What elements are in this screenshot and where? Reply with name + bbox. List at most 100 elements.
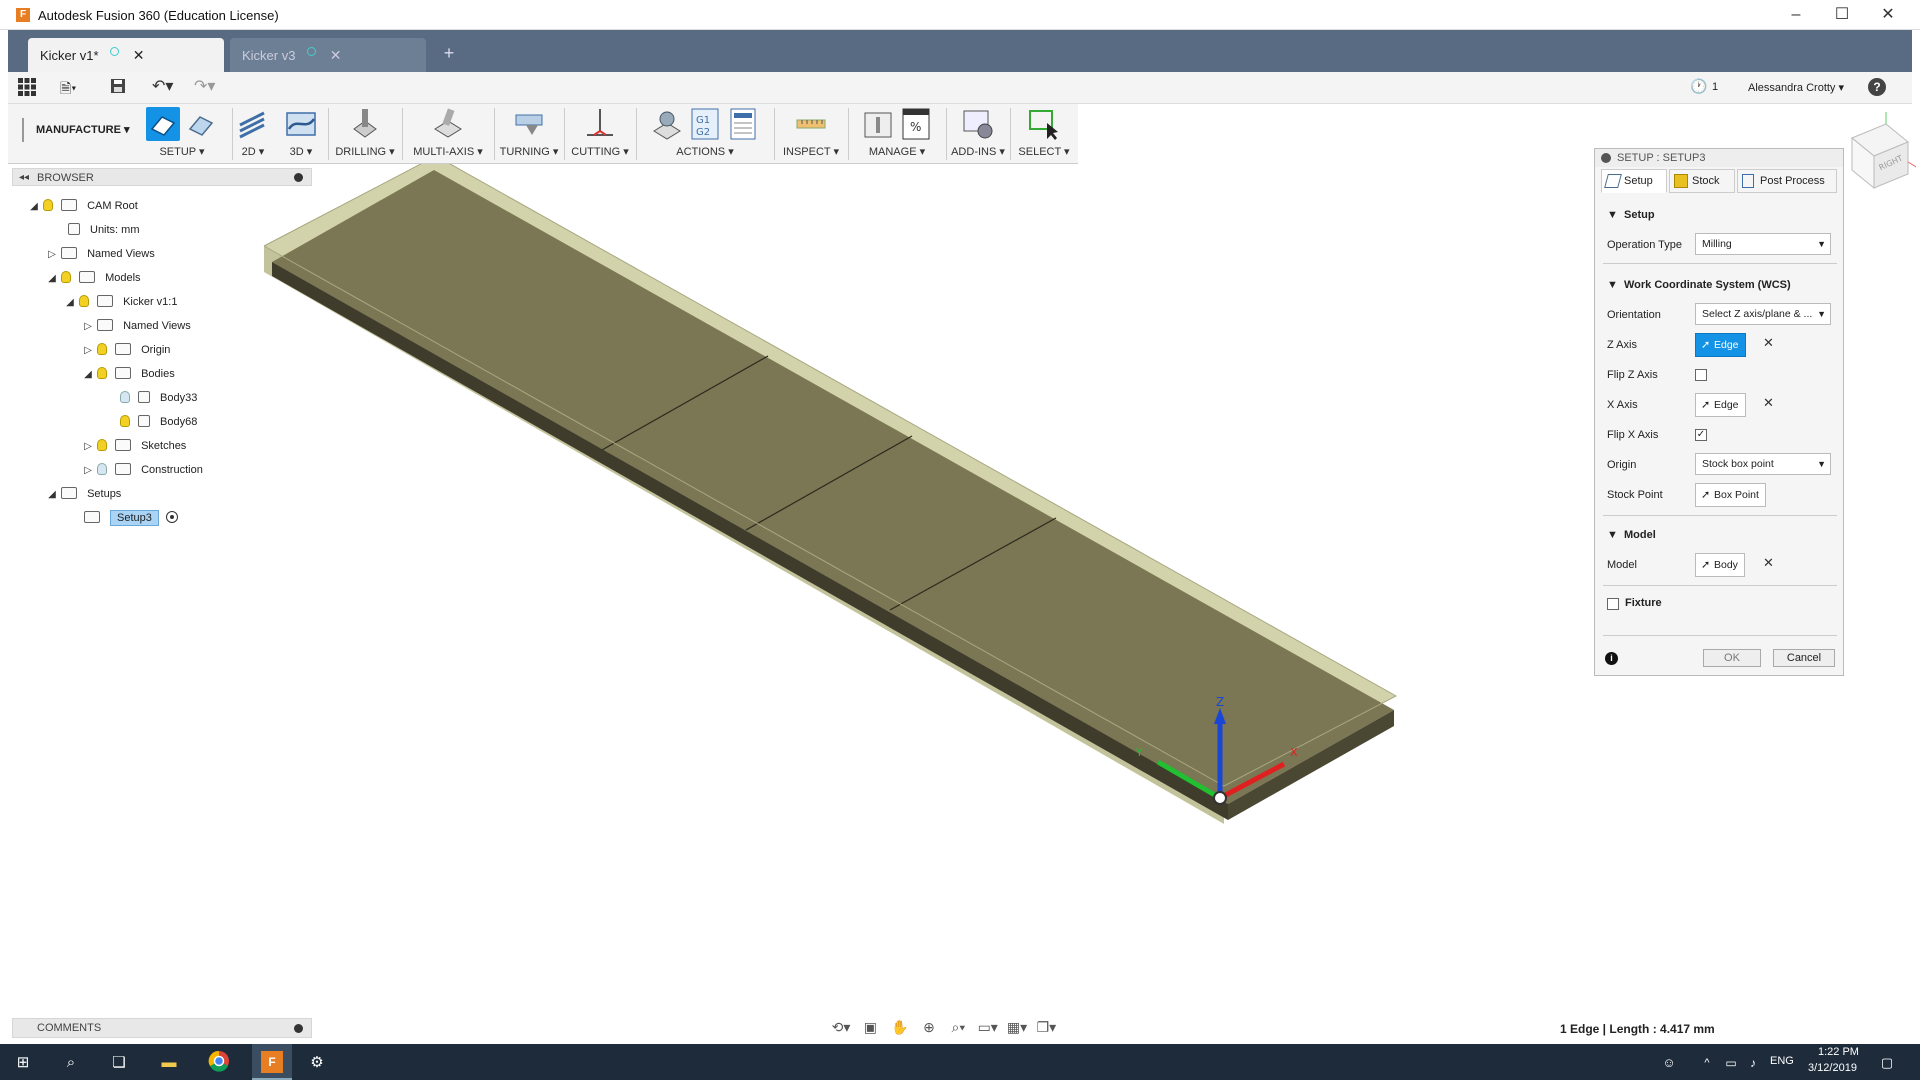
grid-settings-icon[interactable]: ▦▾ [1006, 1018, 1028, 1036]
wcs-target-icon[interactable] [165, 511, 178, 523]
x-axis-select-button[interactable]: ➚ Edge [1695, 393, 1746, 417]
model-select-button[interactable]: ➚ Body [1695, 553, 1745, 577]
close-tab-icon[interactable]: ✕ [133, 47, 145, 63]
clock-date[interactable]: 3/12/2019 [1808, 1062, 1857, 1074]
3d-ops-icon[interactable] [284, 107, 318, 141]
fixture-checkbox[interactable] [1607, 598, 1619, 610]
help-icon[interactable]: ? [1868, 78, 1886, 96]
info-icon[interactable]: i [1605, 652, 1618, 665]
tree-kicker-component[interactable]: ◢ Kicker v1:1 [64, 290, 177, 314]
ribbon-actions-label[interactable]: ACTIONS ▾ [640, 144, 770, 160]
setup-dialog-header[interactable]: SETUP : SETUP3 [1595, 149, 1843, 167]
file-explorer-icon[interactable]: ▬ [156, 1050, 182, 1076]
clear-x-axis-icon[interactable]: ✕ [1763, 395, 1774, 411]
flip-z-axis-checkbox[interactable] [1695, 369, 1707, 381]
multi-axis-icon[interactable] [431, 107, 465, 141]
new-tab-icon[interactable]: + [436, 40, 462, 66]
app-taskbar-icon[interactable]: ⚙ [304, 1050, 330, 1076]
orbit-icon[interactable]: ⟲▾ [830, 1018, 852, 1036]
viewports-icon[interactable]: ❐▾ [1035, 1018, 1057, 1036]
operation-type-select[interactable]: Milling ▼ [1695, 233, 1831, 255]
stock-point-select-button[interactable]: ➚ Box Point [1695, 483, 1766, 507]
fit-icon[interactable]: ⌕▾ [947, 1018, 969, 1036]
measure-icon[interactable] [794, 107, 828, 141]
ribbon-turning-label[interactable]: TURNING ▾ [496, 144, 562, 160]
ok-button[interactable]: OK [1703, 649, 1761, 667]
windows-start-icon[interactable]: ⊞ [10, 1050, 36, 1076]
tree-units[interactable]: Units: mm [68, 218, 140, 242]
browser-pin-icon[interactable] [294, 173, 303, 182]
tree-setups[interactable]: ◢ Setups [46, 482, 121, 506]
collapse-browser-icon[interactable]: ◂◂ [19, 169, 29, 187]
data-panel-grid-icon[interactable] [18, 78, 36, 96]
save-icon[interactable] [110, 78, 128, 96]
setup-active-icon[interactable] [146, 107, 180, 141]
section-wcs[interactable]: ▼ Work Coordinate System (WCS) [1607, 279, 1791, 291]
tree-component-named-views[interactable]: ▷ Named Views [82, 314, 191, 338]
tree-body68[interactable]: Body68 [120, 410, 197, 434]
ribbon-multi-axis-label[interactable]: MULTI-AXIS ▾ [406, 144, 490, 160]
tool-library-icon[interactable] [861, 107, 895, 141]
tree-named-views[interactable]: ▷ Named Views [46, 242, 155, 266]
tray-expand-icon[interactable]: ^ [1694, 1050, 1720, 1076]
view-cube[interactable]: RIGHT [1846, 112, 1919, 192]
tab-stock[interactable]: Stock [1669, 169, 1735, 193]
browser-header[interactable]: ◂◂ BROWSER [12, 168, 312, 186]
maximize-button[interactable]: ☐ [1824, 4, 1860, 26]
orientation-select[interactable]: Select Z axis/plane & ... ▼ [1695, 303, 1831, 325]
select-icon[interactable] [1027, 107, 1061, 141]
drill-icon[interactable] [348, 107, 382, 141]
turning-icon[interactable] [512, 107, 546, 141]
tree-construction[interactable]: ▷ Construction [82, 458, 203, 482]
ribbon-3d-label[interactable]: 3D ▾ [282, 144, 320, 160]
doc-tab-kicker-v1[interactable]: Kicker v1* ✕ [28, 38, 224, 72]
display-settings-icon[interactable]: ▭▾ [977, 1018, 999, 1036]
close-window-button[interactable]: ✕ [1870, 4, 1906, 26]
chrome-icon[interactable] [206, 1050, 232, 1076]
section-setup[interactable]: ▼ Setup [1607, 209, 1655, 221]
doc-tab-kicker-v3[interactable]: Kicker v3 ✕ [230, 38, 426, 72]
task-view-icon[interactable]: ❏ [106, 1050, 132, 1076]
language-indicator[interactable]: ENG [1770, 1055, 1794, 1067]
tree-setup3[interactable]: Setup3 [84, 506, 178, 530]
flip-x-axis-checkbox[interactable]: ✓ [1695, 429, 1707, 441]
ribbon-inspect-label[interactable]: INSPECT ▾ [778, 144, 844, 160]
undo-icon[interactable]: ↶▾ [152, 76, 173, 96]
notifications-icon[interactable]: ▢ [1874, 1050, 1900, 1076]
ribbon-select-label[interactable]: SELECT ▾ [1014, 144, 1074, 160]
ribbon-2d-label[interactable]: 2D ▾ [234, 144, 272, 160]
ribbon-manage-label[interactable]: MANAGE ▾ [852, 144, 942, 160]
ribbon-setup-label[interactable]: SETUP ▾ [134, 144, 230, 160]
tree-body33[interactable]: Body33 [120, 386, 197, 410]
fusion-taskbar-item[interactable]: F [252, 1044, 292, 1080]
dialog-collapse-icon[interactable] [1601, 153, 1611, 163]
ribbon-add-ins-label[interactable]: ADD-INS ▾ [950, 144, 1006, 160]
clear-model-icon[interactable]: ✕ [1763, 555, 1774, 571]
ribbon-cutting-label[interactable]: CUTTING ▾ [568, 144, 632, 160]
redo-icon[interactable]: ↷▾ [194, 76, 215, 96]
zoom-icon[interactable]: ⊕ [918, 1018, 940, 1036]
user-menu[interactable]: Alessandra Crotty ▾ [1748, 81, 1844, 94]
setup-sheet-icon[interactable] [726, 107, 760, 141]
tab-post-process[interactable]: Post Process [1737, 169, 1837, 193]
tree-bodies[interactable]: ◢ Bodies [82, 362, 175, 386]
new-setup-icon[interactable] [184, 107, 218, 141]
simulate-icon[interactable] [650, 107, 684, 141]
tree-origin[interactable]: ▷ Origin [82, 338, 170, 362]
file-menu-icon[interactable]: 🗎▾ [60, 78, 88, 98]
people-icon[interactable]: ☺ [1656, 1050, 1682, 1076]
templates-icon[interactable]: % [899, 107, 933, 141]
job-status-icon[interactable]: 🕐 [1690, 78, 1707, 95]
pan-icon[interactable]: ✋ [889, 1018, 911, 1036]
minimize-button[interactable]: – [1778, 4, 1814, 26]
origin-select[interactable]: Stock box point ▼ [1695, 453, 1831, 475]
clear-z-axis-icon[interactable]: ✕ [1763, 335, 1774, 351]
add-comment-icon[interactable] [294, 1024, 303, 1033]
tab-setup[interactable]: Setup [1601, 169, 1667, 193]
tree-models[interactable]: ◢ Models [46, 266, 141, 290]
volume-icon[interactable]: ♪ [1740, 1050, 1766, 1076]
comments-panel[interactable]: COMMENTS [12, 1018, 312, 1038]
section-model[interactable]: ▼ Model [1607, 529, 1656, 541]
2d-ops-icon[interactable] [236, 107, 270, 141]
cutting-icon[interactable] [583, 107, 617, 141]
